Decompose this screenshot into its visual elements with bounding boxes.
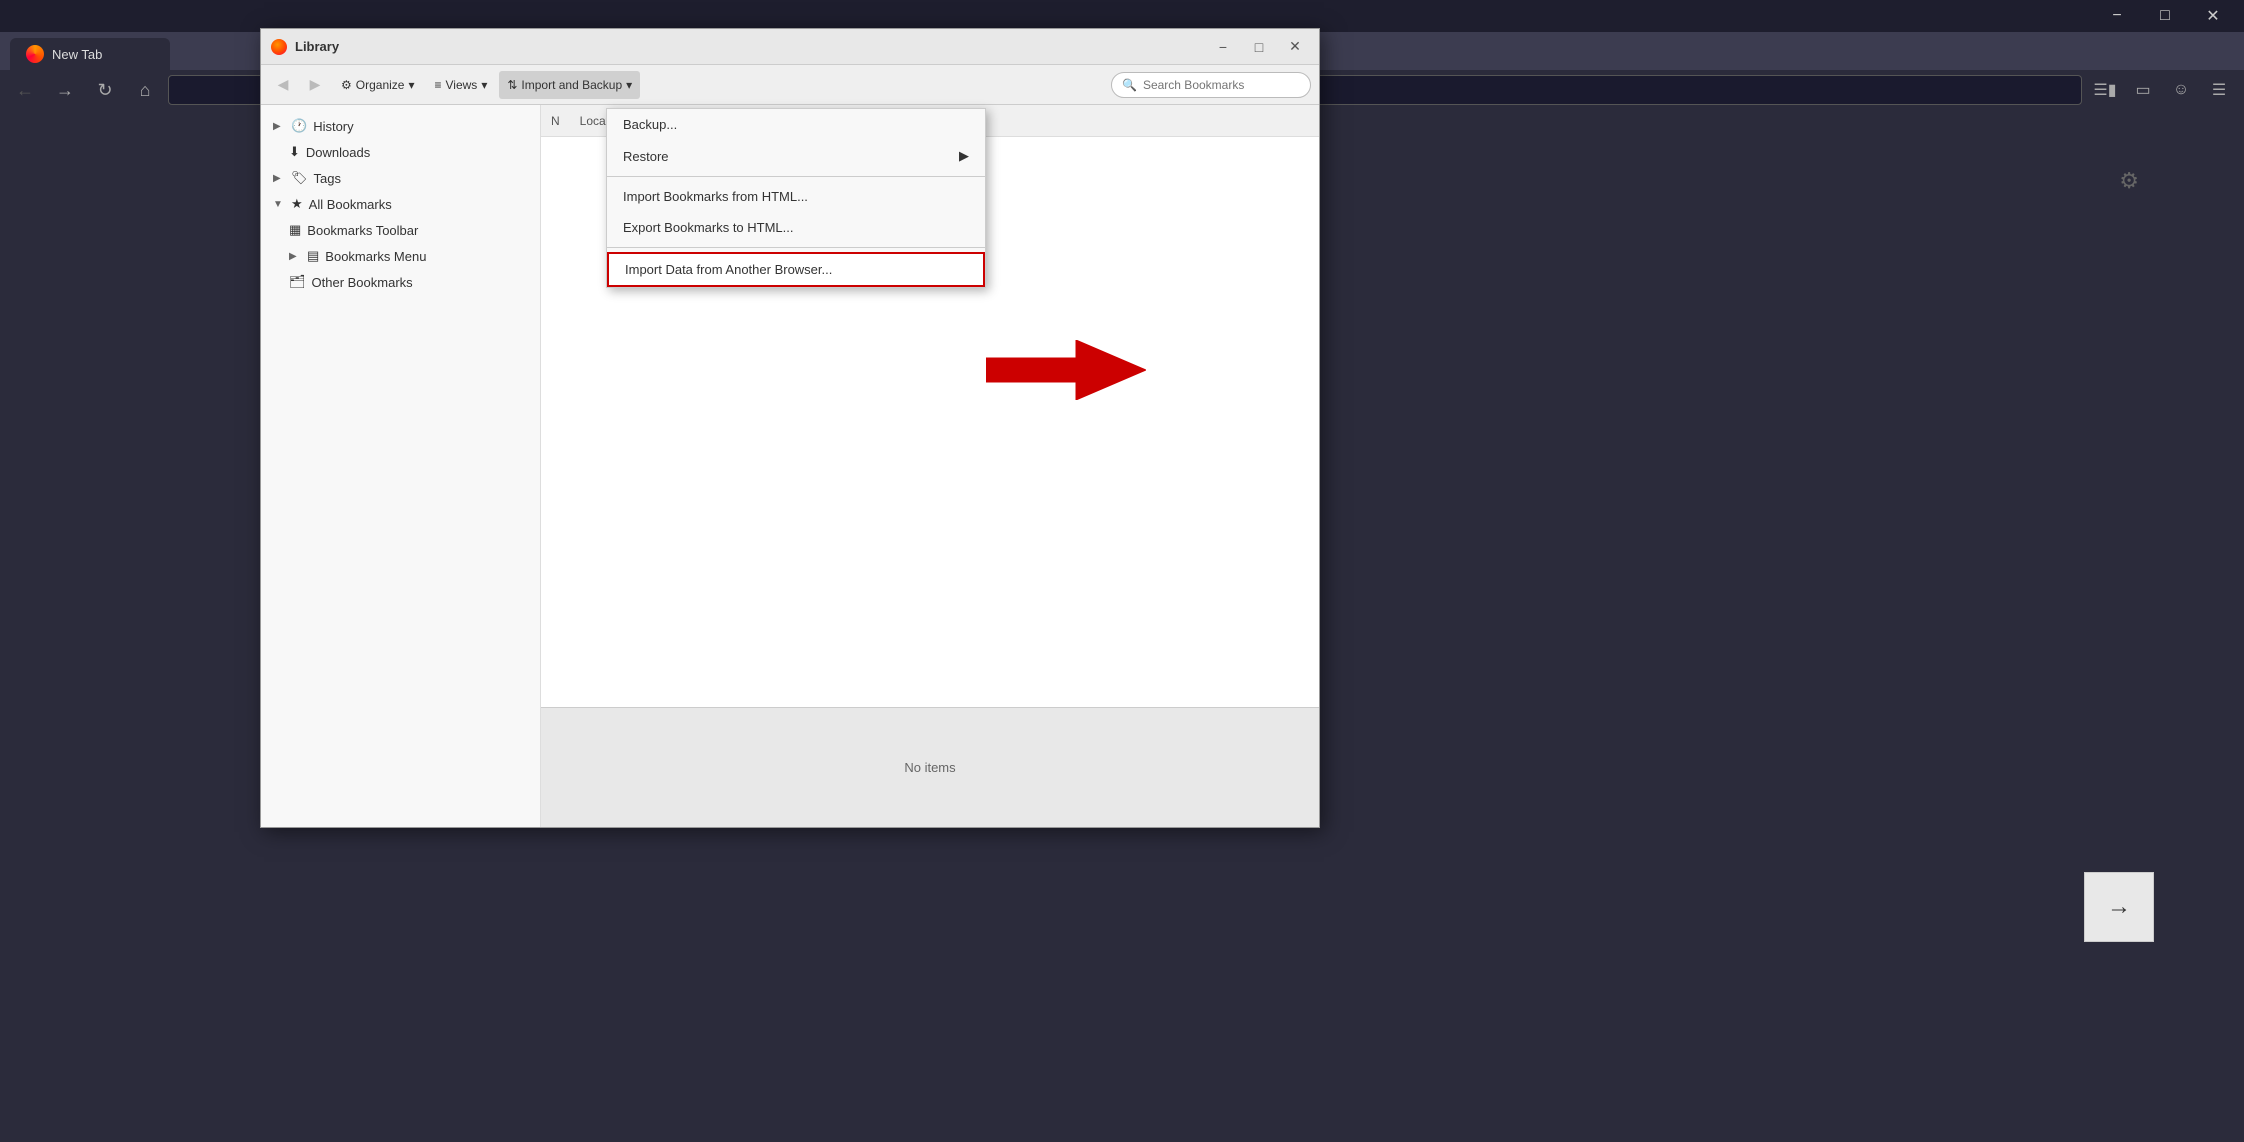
dialog-minimize-button[interactable]: − xyxy=(1209,35,1237,59)
organize-arrow-icon: ▾ xyxy=(408,78,414,92)
sidebar-item-other-bookmarks[interactable]: 🗂 Other Bookmarks xyxy=(261,269,540,295)
menu-item-restore[interactable]: Restore ▶ xyxy=(607,140,985,172)
dialog-toolbar: ◀ ▶ ⚙ Organize ▾ ≡ Views ▾ ⇅ Import and … xyxy=(261,65,1319,105)
sidebar-downloads-label: Downloads xyxy=(306,145,370,160)
no-items-label: No items xyxy=(904,760,955,775)
restore-label: Restore xyxy=(623,149,669,164)
tag-icon: 🏷 xyxy=(291,170,308,186)
back-button[interactable]: ← xyxy=(8,75,42,105)
menu-separator-1 xyxy=(607,176,985,177)
gear-icon[interactable]: ⚙ xyxy=(2119,168,2139,194)
import-html-label: Import Bookmarks from HTML... xyxy=(623,189,808,204)
sidebar-bookmarks-menu-label: Bookmarks Menu xyxy=(325,249,426,264)
search-box[interactable]: 🔍 xyxy=(1111,72,1311,98)
sidebar-toggle-icon[interactable]: ▭ xyxy=(2126,75,2160,105)
account-icon[interactable]: ☺ xyxy=(2164,75,2198,105)
import-browser-label: Import Data from Another Browser... xyxy=(625,262,832,277)
dialog-close-button[interactable]: ✕ xyxy=(1281,35,1309,59)
forward-button[interactable]: → xyxy=(48,75,82,105)
title-bar-controls: − □ ✕ xyxy=(2094,0,2236,32)
sidebar-bookmarks-toolbar-label: Bookmarks Toolbar xyxy=(307,223,418,238)
sidebar-all-bookmarks-label: All Bookmarks xyxy=(309,197,392,212)
other-bookmarks-icon: 🗂 xyxy=(289,274,306,290)
library-sidebar: ▶ 🕐 History ⬇ Downloads ▶ 🏷 Tags ▼ ★ All xyxy=(261,105,541,827)
sidebar-item-history[interactable]: ▶ 🕐 History xyxy=(261,113,540,139)
bookmarks-menu-arrow-icon: ▶ xyxy=(289,251,301,262)
sidebar-history-label: History xyxy=(313,119,353,134)
dialog-title: Library xyxy=(295,39,1201,54)
dialog-back-button[interactable]: ◀ xyxy=(269,71,297,99)
browser-maximize-button[interactable]: □ xyxy=(2142,0,2188,32)
dialog-maximize-button[interactable]: □ xyxy=(1245,35,1273,59)
dialog-forward-button[interactable]: ▶ xyxy=(301,71,329,99)
history-clock-icon: 🕐 xyxy=(291,118,307,134)
dialog-firefox-icon xyxy=(271,39,287,55)
import-backup-menu-button[interactable]: ⇅ Import and Backup ▾ xyxy=(499,71,640,99)
menu-icon[interactable]: ☰ xyxy=(2202,75,2236,105)
bookmarks-shelf-icon[interactable]: ☰▮ xyxy=(2088,75,2122,105)
import-label: Import and Backup xyxy=(521,78,622,92)
no-items-panel: No items xyxy=(541,707,1319,827)
firefox-logo-icon xyxy=(26,45,44,63)
sidebar-item-bookmarks-toolbar[interactable]: ▦ Bookmarks Toolbar xyxy=(261,217,540,243)
import-icon: ⇅ xyxy=(507,78,517,92)
browser-tab[interactable]: New Tab xyxy=(10,38,170,70)
views-label: Views xyxy=(446,78,478,92)
views-icon: ≡ xyxy=(435,78,442,92)
sidebar-other-bookmarks-label: Other Bookmarks xyxy=(312,275,413,290)
refresh-button[interactable]: ↻ xyxy=(88,75,122,105)
browser-close-button[interactable]: ✕ xyxy=(2190,0,2236,32)
all-bookmarks-arrow-icon: ▼ xyxy=(273,199,285,210)
menu-icon-sidebar: ▤ xyxy=(307,248,319,264)
export-html-label: Export Bookmarks to HTML... xyxy=(623,220,794,235)
menu-item-import-browser[interactable]: Import Data from Another Browser... xyxy=(607,252,985,287)
restore-submenu-arrow-icon: ▶ xyxy=(959,148,969,164)
tab-label: New Tab xyxy=(52,47,102,62)
browser-minimize-button[interactable]: − xyxy=(2094,0,2140,32)
download-icon: ⬇ xyxy=(289,144,300,160)
home-button[interactable]: ⌂ xyxy=(128,75,162,105)
menu-item-export-html[interactable]: Export Bookmarks to HTML... xyxy=(607,212,985,243)
menu-item-backup[interactable]: Backup... xyxy=(607,109,985,140)
organize-menu-button[interactable]: ⚙ Organize ▾ xyxy=(333,71,423,99)
red-arrow-annotation xyxy=(986,340,1146,400)
star-icon: ★ xyxy=(291,196,303,212)
sidebar-item-bookmarks-menu[interactable]: ▶ ▤ Bookmarks Menu xyxy=(261,243,540,269)
sidebar-item-all-bookmarks[interactable]: ▼ ★ All Bookmarks xyxy=(261,191,540,217)
browser-chrome: − □ ✕ New Tab ← → ↻ ⌂ ☰▮ ▭ ☺ ☰ ⚙ → Libr xyxy=(0,0,2244,1142)
dialog-title-bar: Library − □ ✕ xyxy=(261,29,1319,65)
name-column-header: N xyxy=(551,114,560,128)
tags-expand-arrow-icon: ▶ xyxy=(273,173,285,184)
menu-separator-2 xyxy=(607,247,985,248)
backup-label: Backup... xyxy=(623,117,677,132)
organize-label: Organize xyxy=(356,78,405,92)
search-icon: 🔍 xyxy=(1122,78,1137,92)
import-backup-dropdown: Backup... Restore ▶ Import Bookmarks fro… xyxy=(606,108,986,288)
forward-arrow-panel[interactable]: → xyxy=(2084,872,2154,942)
search-input[interactable] xyxy=(1143,78,1300,92)
toolbar-icon-sidebar: ▦ xyxy=(289,222,301,238)
menu-item-import-html[interactable]: Import Bookmarks from HTML... xyxy=(607,181,985,212)
toolbar-right: ☰▮ ▭ ☺ ☰ xyxy=(2088,75,2236,105)
sidebar-item-downloads[interactable]: ⬇ Downloads xyxy=(261,139,540,165)
organize-icon: ⚙ xyxy=(341,78,352,92)
sidebar-tags-label: Tags xyxy=(314,171,341,186)
import-arrow-icon: ▾ xyxy=(626,78,632,92)
sidebar-item-tags[interactable]: ▶ 🏷 Tags xyxy=(261,165,540,191)
expand-arrow-icon: ▶ xyxy=(273,121,285,132)
views-arrow-icon: ▾ xyxy=(481,78,487,92)
views-menu-button[interactable]: ≡ Views ▾ xyxy=(427,71,496,99)
